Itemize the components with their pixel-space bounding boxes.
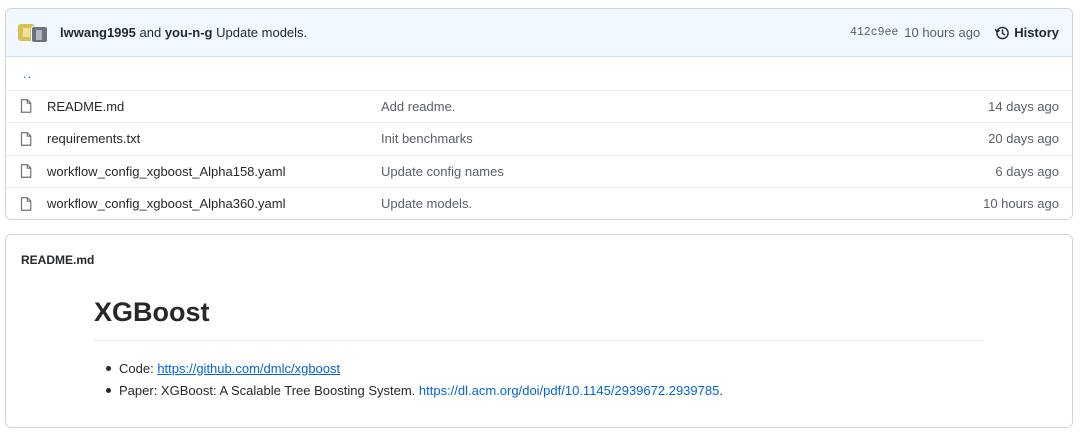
file-commit-age: 20 days ago [988, 131, 1059, 147]
file-name-link[interactable]: workflow_config_xgboost_Alpha360.yaml [47, 196, 381, 211]
file-commit-message-link[interactable]: Init benchmarks [381, 131, 988, 146]
file-icon [20, 164, 36, 179]
list-item: Paper: XGBoost: A Scalable Tree Boosting… [92, 379, 723, 401]
file-commit-age: 6 days ago [995, 163, 1059, 179]
latest-commit-bar: lwwang1995 and you-n-g Update models. 41… [6, 9, 1072, 57]
file-row[interactable]: workflow_config_xgboost_Alpha158.yaml Up… [6, 154, 1072, 188]
file-commit-age: 14 days ago [988, 98, 1059, 114]
readme-title: XGBoost [94, 297, 210, 327]
readme-bullet-list: Code: https://github.com/dmlc/xgboost Pa… [92, 357, 723, 401]
file-row[interactable]: requirements.txt Init benchmarks 20 days… [6, 122, 1072, 155]
bullet-suffix: . [719, 382, 723, 398]
file-name-link[interactable]: requirements.txt [47, 131, 381, 146]
file-row[interactable]: README.md Add readme. 14 days ago [6, 89, 1072, 123]
readme-panel: README.md XGBoost Code: https://github.c… [5, 234, 1073, 428]
commit-conjunction: and [139, 25, 162, 40]
avatar[interactable] [31, 25, 48, 43]
commit-coauthor-link[interactable]: you-n-g [165, 25, 213, 40]
bullet-prefix: Paper: XGBoost: A Scalable Tree Boosting… [119, 382, 419, 398]
commit-author-link[interactable]: lwwang1995 [60, 25, 136, 40]
file-name-link[interactable]: README.md [47, 99, 381, 114]
list-item: Code: https://github.com/dmlc/xgboost [92, 357, 723, 379]
readme-title-divider [94, 340, 984, 341]
commit-meta: 412c9ee 10 hours ago History [850, 25, 1059, 41]
commit-message-link[interactable]: Update models. [216, 25, 307, 40]
bullet-marker [106, 387, 111, 393]
file-row[interactable]: workflow_config_xgboost_Alpha360.yaml Up… [6, 187, 1072, 219]
readme-header: README.md [21, 253, 95, 267]
file-commit-message-link[interactable]: Add readme. [381, 99, 988, 114]
code-link[interactable]: https://github.com/dmlc/xgboost [157, 361, 340, 376]
file-name-link[interactable]: workflow_config_xgboost_Alpha158.yaml [47, 164, 381, 179]
commit-sha-link[interactable]: 412c9ee [850, 26, 898, 39]
history-icon [995, 26, 1010, 39]
parent-directory-row[interactable]: .. [6, 57, 1072, 90]
file-icon [20, 196, 36, 211]
file-icon [20, 131, 36, 146]
file-commit-message-link[interactable]: Update models. [381, 196, 983, 211]
commit-message: lwwang1995 and you-n-g Update models. [60, 25, 850, 40]
history-label: History [1014, 25, 1059, 40]
file-icon [20, 99, 36, 114]
commit-avatars[interactable] [18, 22, 48, 44]
bullet-prefix: Code: [119, 360, 158, 376]
history-link[interactable]: History [994, 25, 1059, 41]
file-commit-age: 10 hours ago [983, 196, 1059, 212]
parent-directory-link[interactable]: .. [20, 66, 32, 81]
commit-age: 10 hours ago [904, 25, 981, 40]
bullet-marker [106, 365, 111, 371]
file-browser: lwwang1995 and you-n-g Update models. 41… [5, 8, 1073, 220]
file-commit-message-link[interactable]: Update config names [381, 164, 995, 179]
paper-link[interactable]: https://dl.acm.org/doi/pdf/10.1145/29396… [419, 383, 719, 398]
